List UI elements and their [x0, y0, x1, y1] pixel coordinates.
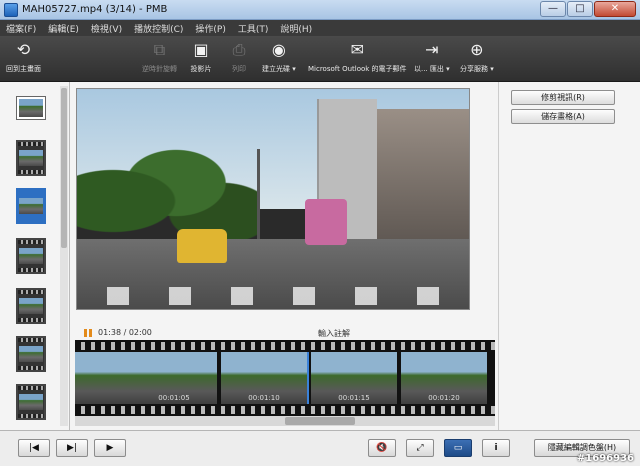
disc-icon: ◉: [271, 40, 286, 59]
slideshow-icon: ▣: [193, 40, 209, 59]
menu-playback[interactable]: 播放控制(C): [134, 22, 183, 35]
save-frame-button[interactable]: 儲存畫格(A): [511, 109, 615, 124]
filmstrip-frame[interactable]: 00:01:05: [131, 352, 219, 404]
export-label: 以... 匯出: [414, 65, 444, 73]
toolbar: ⟲ 回到主畫面 ⧉ 逆時針旋轉 ▣ 投影片 ⎙ 列印 ◉ 建立光碟 ▾ ✉ Mi…: [0, 36, 640, 82]
maximize-button[interactable]: □: [567, 1, 593, 17]
watermark: #1696936: [576, 453, 634, 464]
filmstrip[interactable]: 00:01:05 00:01:10 00:01:15 00:01:20: [75, 340, 495, 416]
title-bar: MAH05727.mp4 (3/14) - PMB — □ ✕: [0, 0, 640, 20]
bottom-bar: |◀ ▶| ▶ 🔇 ⤢ ▭ i 隱藏編輯調色盤(H) #1696936: [0, 430, 640, 466]
menu-view[interactable]: 檢視(V): [91, 22, 122, 35]
back-label: 回到主畫面: [6, 65, 41, 73]
rotate-label: 逆時針旋轉: [142, 65, 177, 73]
envelope-icon: ✉: [350, 40, 364, 59]
video-preview[interactable]: [76, 88, 470, 310]
print-icon: ⎙: [232, 40, 246, 59]
thumbnail-item[interactable]: [16, 140, 46, 176]
app-icon: [4, 2, 18, 17]
menu-file[interactable]: 檔案(F): [6, 22, 36, 35]
time-readout: 01:38 / 02:00: [98, 328, 152, 337]
export-icon: ⇥: [425, 40, 439, 59]
export-button[interactable]: ⇥ 以... 匯出 ▾: [414, 39, 450, 74]
filmstrip-scrollbar[interactable]: [75, 416, 495, 426]
back-arrow-icon: ⟲: [16, 40, 31, 59]
next-button[interactable]: ▶|: [56, 439, 88, 457]
share-button[interactable]: ⊕ 分享服務 ▾: [460, 39, 494, 74]
caption-input[interactable]: 輸入註解: [318, 328, 350, 339]
menu-operation[interactable]: 操作(P): [195, 22, 225, 35]
close-button[interactable]: ✕: [594, 1, 636, 17]
fit-button[interactable]: ⤢: [406, 439, 434, 457]
slideshow-button[interactable]: ▣ 投影片: [190, 39, 212, 74]
main-viewer: 01:38 / 02:00 輸入註解 00:01:05 00:01:10 00:…: [70, 82, 498, 430]
menu-tools[interactable]: 工具(T): [238, 22, 269, 35]
playback-time: 01:38 / 02:00: [84, 328, 152, 337]
globe-icon: ⊕: [470, 40, 484, 59]
back-to-home-button[interactable]: ⟲ 回到主畫面: [6, 39, 41, 74]
trim-video-button[interactable]: 修剪視訊(R): [511, 90, 615, 105]
menu-help[interactable]: 說明(H): [280, 22, 312, 35]
filmstrip-frame[interactable]: 00:01:15: [311, 352, 399, 404]
thumbnail-item[interactable]: [16, 238, 46, 274]
display-mode-button[interactable]: ▭: [444, 439, 472, 457]
play-button[interactable]: ▶: [94, 439, 126, 457]
thumbnail-panel: [0, 82, 70, 430]
disc-label: 建立光碟: [262, 65, 290, 73]
print-button[interactable]: ⎙ 列印: [228, 39, 250, 74]
thumbnail-scrollbar[interactable]: [60, 86, 68, 426]
thumbnail-item[interactable]: [16, 384, 46, 420]
minimize-button[interactable]: —: [540, 1, 566, 17]
slideshow-label: 投影片: [190, 65, 212, 73]
filmstrip-frame[interactable]: 00:01:20: [401, 352, 489, 404]
filmstrip-frame-selected[interactable]: 00:01:10: [221, 352, 309, 404]
previous-button[interactable]: |◀: [18, 439, 50, 457]
thumbnail-item[interactable]: [16, 96, 46, 120]
thumbnail-item[interactable]: [16, 336, 46, 372]
rotate-icon: ⧉: [153, 40, 166, 59]
thumbnail-item[interactable]: [16, 288, 46, 324]
edit-palette: 修剪視訊(R) 儲存畫格(A): [498, 82, 640, 430]
window-controls: — □ ✕: [539, 1, 636, 17]
info-button[interactable]: i: [482, 439, 510, 457]
rotate-button[interactable]: ⧉ 逆時針旋轉: [142, 39, 177, 74]
window-title: MAH05727.mp4 (3/14) - PMB: [22, 4, 168, 15]
menu-bar: 檔案(F) 編輯(E) 檢視(V) 播放控制(C) 操作(P) 工具(T) 說明…: [0, 20, 640, 36]
email-label: Microsoft Outlook 的電子郵件: [308, 65, 407, 73]
create-disc-button[interactable]: ◉ 建立光碟 ▾: [262, 39, 296, 74]
thumbnail-item-selected[interactable]: [16, 188, 46, 224]
email-button[interactable]: ✉ Microsoft Outlook 的電子郵件: [308, 39, 407, 74]
share-label: 分享服務: [460, 65, 488, 73]
mute-button[interactable]: 🔇: [368, 439, 396, 457]
menu-edit[interactable]: 編輯(E): [48, 22, 79, 35]
pause-icon[interactable]: [84, 328, 92, 337]
print-label: 列印: [232, 65, 246, 73]
